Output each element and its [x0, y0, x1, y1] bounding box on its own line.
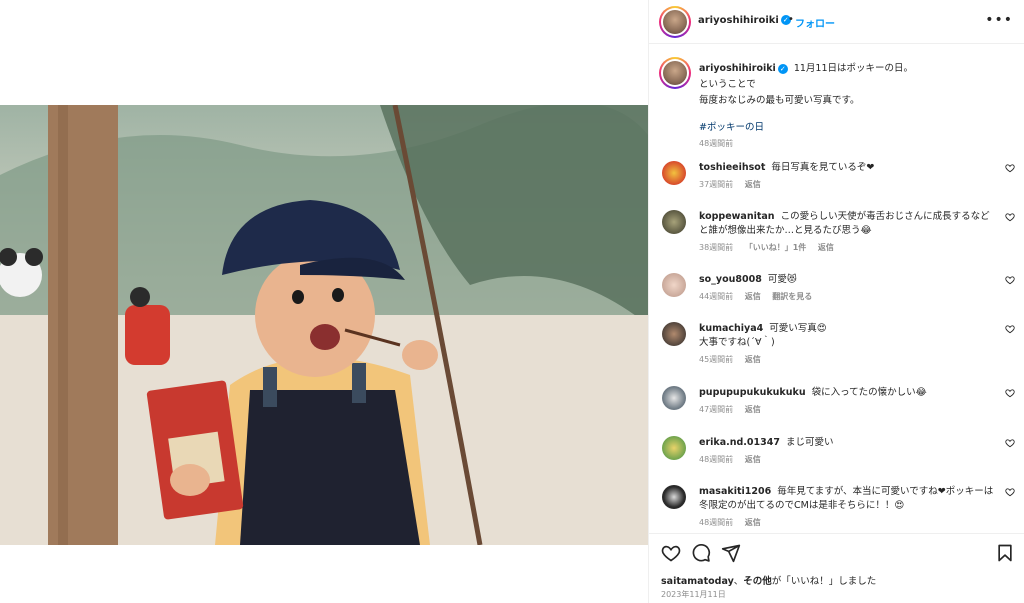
post-media-area	[0, 0, 648, 603]
reply-button[interactable]: 返信	[745, 355, 761, 364]
commenter-username[interactable]: so_you8008	[699, 274, 762, 285]
commenter-username[interactable]: erika.nd.01347	[699, 437, 780, 448]
liked-by-summary: saitamatoday、その他が「いいね！」しました	[661, 576, 877, 587]
caption-author-avatar[interactable]	[659, 57, 691, 89]
comment-meta: 44週間前 返信 翻訳を見る	[699, 291, 821, 302]
author-username[interactable]: ariyoshihiroiki ✓	[698, 15, 791, 26]
comment-meta: 47週間前 返信	[699, 404, 770, 415]
commenter-avatar[interactable]	[662, 161, 686, 185]
translate-button[interactable]: 翻訳を見る	[772, 292, 812, 301]
author-avatar[interactable]	[659, 6, 691, 38]
commenter-username[interactable]: kumachiya4	[699, 323, 763, 334]
hashtag-link[interactable]: #ポッキーの日	[699, 120, 1009, 136]
reply-button[interactable]: 返信	[745, 180, 761, 189]
comment-text: masakiti1206 毎年見てますが、本当に可愛いですね❤ポッキーは冬限定の…	[699, 486, 994, 511]
caption-author-username[interactable]: ariyoshihiroiki ✓	[699, 63, 788, 74]
comment-time: 45週間前	[699, 355, 734, 364]
like-comment-heart-icon[interactable]	[1005, 324, 1015, 334]
comment-meta: 48週間前 返信	[699, 517, 770, 528]
share-send-icon[interactable]	[721, 543, 741, 563]
comment-text: kumachiya4 可愛い写真😍 大事ですね(´∀｀)	[699, 323, 827, 348]
post-header: ariyoshihiroiki ✓ • フォロー •••	[649, 0, 1024, 44]
reply-button[interactable]: 返信	[745, 405, 761, 414]
liked-by-others-link[interactable]: その他	[743, 576, 772, 587]
photo-illustration	[0, 105, 648, 545]
comment-text: pupupupukukukuku 袋に入ってたの懐かしい😂	[699, 387, 927, 398]
reply-button[interactable]: 返信	[818, 243, 834, 252]
caption-line: 11月11日はポッキーの日。	[793, 63, 914, 74]
commenter-avatar[interactable]	[662, 322, 686, 346]
comment-meta: 48週間前 返信	[699, 454, 770, 465]
reply-button[interactable]: 返信	[745, 518, 761, 527]
commenter-username[interactable]: pupupupukukukuku	[699, 387, 806, 398]
caption-line: 毎度おなじみの最も可愛い写真です。	[699, 95, 860, 106]
comment-text: so_you8008 可愛😻	[699, 274, 797, 285]
comment-bubble-icon[interactable]	[691, 543, 711, 563]
caption-text: ariyoshihiroiki ✓ 11月11日はポッキーの日。 ということで 毎…	[699, 61, 1009, 136]
follow-button[interactable]: フォロー	[795, 15, 835, 30]
like-comment-heart-icon[interactable]	[1005, 388, 1015, 398]
comment-text: koppewanitan この愛らしい天使が毒舌おじさんに成長するなどと誰が想像…	[699, 211, 990, 236]
header-separator: •	[788, 14, 794, 25]
comment-meta: 37週間前 返信	[699, 179, 770, 190]
comment-time: 44週間前	[699, 292, 734, 301]
comment-time: 47週間前	[699, 405, 734, 414]
instagram-post-modal: ariyoshihiroiki ✓ • フォロー ••• ariyoshihiro…	[0, 0, 1024, 603]
comment-text: erika.nd.01347 まじ可愛い	[699, 437, 834, 448]
comment-time: 48週間前	[699, 455, 734, 464]
reply-button[interactable]: 返信	[745, 292, 761, 301]
commenter-avatar[interactable]	[662, 273, 686, 297]
caption-time: 48週間前	[699, 139, 734, 148]
comment-meta: 38週間前 「いいね！」1件 返信	[699, 242, 843, 253]
comment-likes-count[interactable]: 「いいね！」1件	[745, 243, 807, 252]
like-comment-heart-icon[interactable]	[1005, 438, 1015, 448]
commenter-avatar[interactable]	[662, 485, 686, 509]
comment-time: 48週間前	[699, 518, 734, 527]
comments-list[interactable]: ariyoshihiroiki ✓ 11月11日はポッキーの日。 ということで 毎…	[649, 45, 1024, 533]
commenter-username[interactable]: toshieeihsot	[699, 162, 765, 173]
like-comment-heart-icon[interactable]	[1005, 487, 1015, 497]
post-actions-bar	[649, 533, 1024, 571]
comment-time: 38週間前	[699, 243, 734, 252]
more-options-icon[interactable]: •••	[985, 12, 1013, 28]
post-date[interactable]: 2023年11月11日	[661, 589, 726, 600]
commenter-username[interactable]: masakiti1206	[699, 486, 771, 497]
post-photo[interactable]	[0, 105, 648, 545]
reply-button[interactable]: 返信	[745, 455, 761, 464]
comment-time: 37週間前	[699, 180, 734, 189]
like-comment-heart-icon[interactable]	[1005, 163, 1015, 173]
liked-by-username[interactable]: saitamatoday	[661, 576, 734, 587]
verified-badge-icon: ✓	[777, 63, 788, 74]
commenter-username[interactable]: koppewanitan	[699, 211, 775, 222]
commenter-avatar[interactable]	[662, 210, 686, 234]
commenter-avatar[interactable]	[662, 436, 686, 460]
commenter-avatar[interactable]	[662, 386, 686, 410]
caption-line: ということで	[699, 79, 756, 90]
like-comment-heart-icon[interactable]	[1005, 212, 1015, 222]
bookmark-icon[interactable]	[995, 543, 1015, 563]
like-heart-icon[interactable]	[661, 543, 681, 563]
post-side-panel: ariyoshihiroiki ✓ • フォロー ••• ariyoshihiro…	[648, 0, 1024, 603]
comment-text: toshieeihsot 毎日写真を見ているぞ❤	[699, 162, 875, 173]
like-comment-heart-icon[interactable]	[1005, 275, 1015, 285]
comment-meta: 45週間前 返信	[699, 354, 770, 365]
